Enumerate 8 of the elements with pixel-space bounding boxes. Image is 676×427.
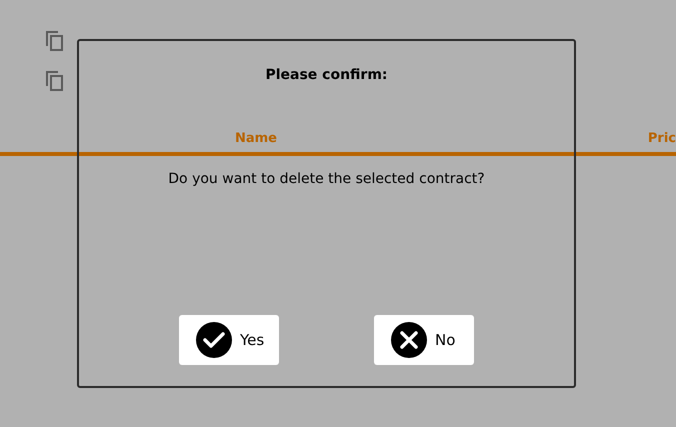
copy-icon[interactable] [46, 71, 64, 91]
dialog-title: Please confirm: [265, 66, 388, 85]
no-button[interactable]: No [374, 315, 474, 365]
yes-button[interactable]: Yes [179, 315, 279, 365]
check-circle-icon [196, 322, 232, 358]
close-circle-icon [391, 322, 427, 358]
dialog-message: Do you want to delete the selected contract? [168, 170, 485, 189]
copy-icon[interactable] [46, 31, 64, 51]
